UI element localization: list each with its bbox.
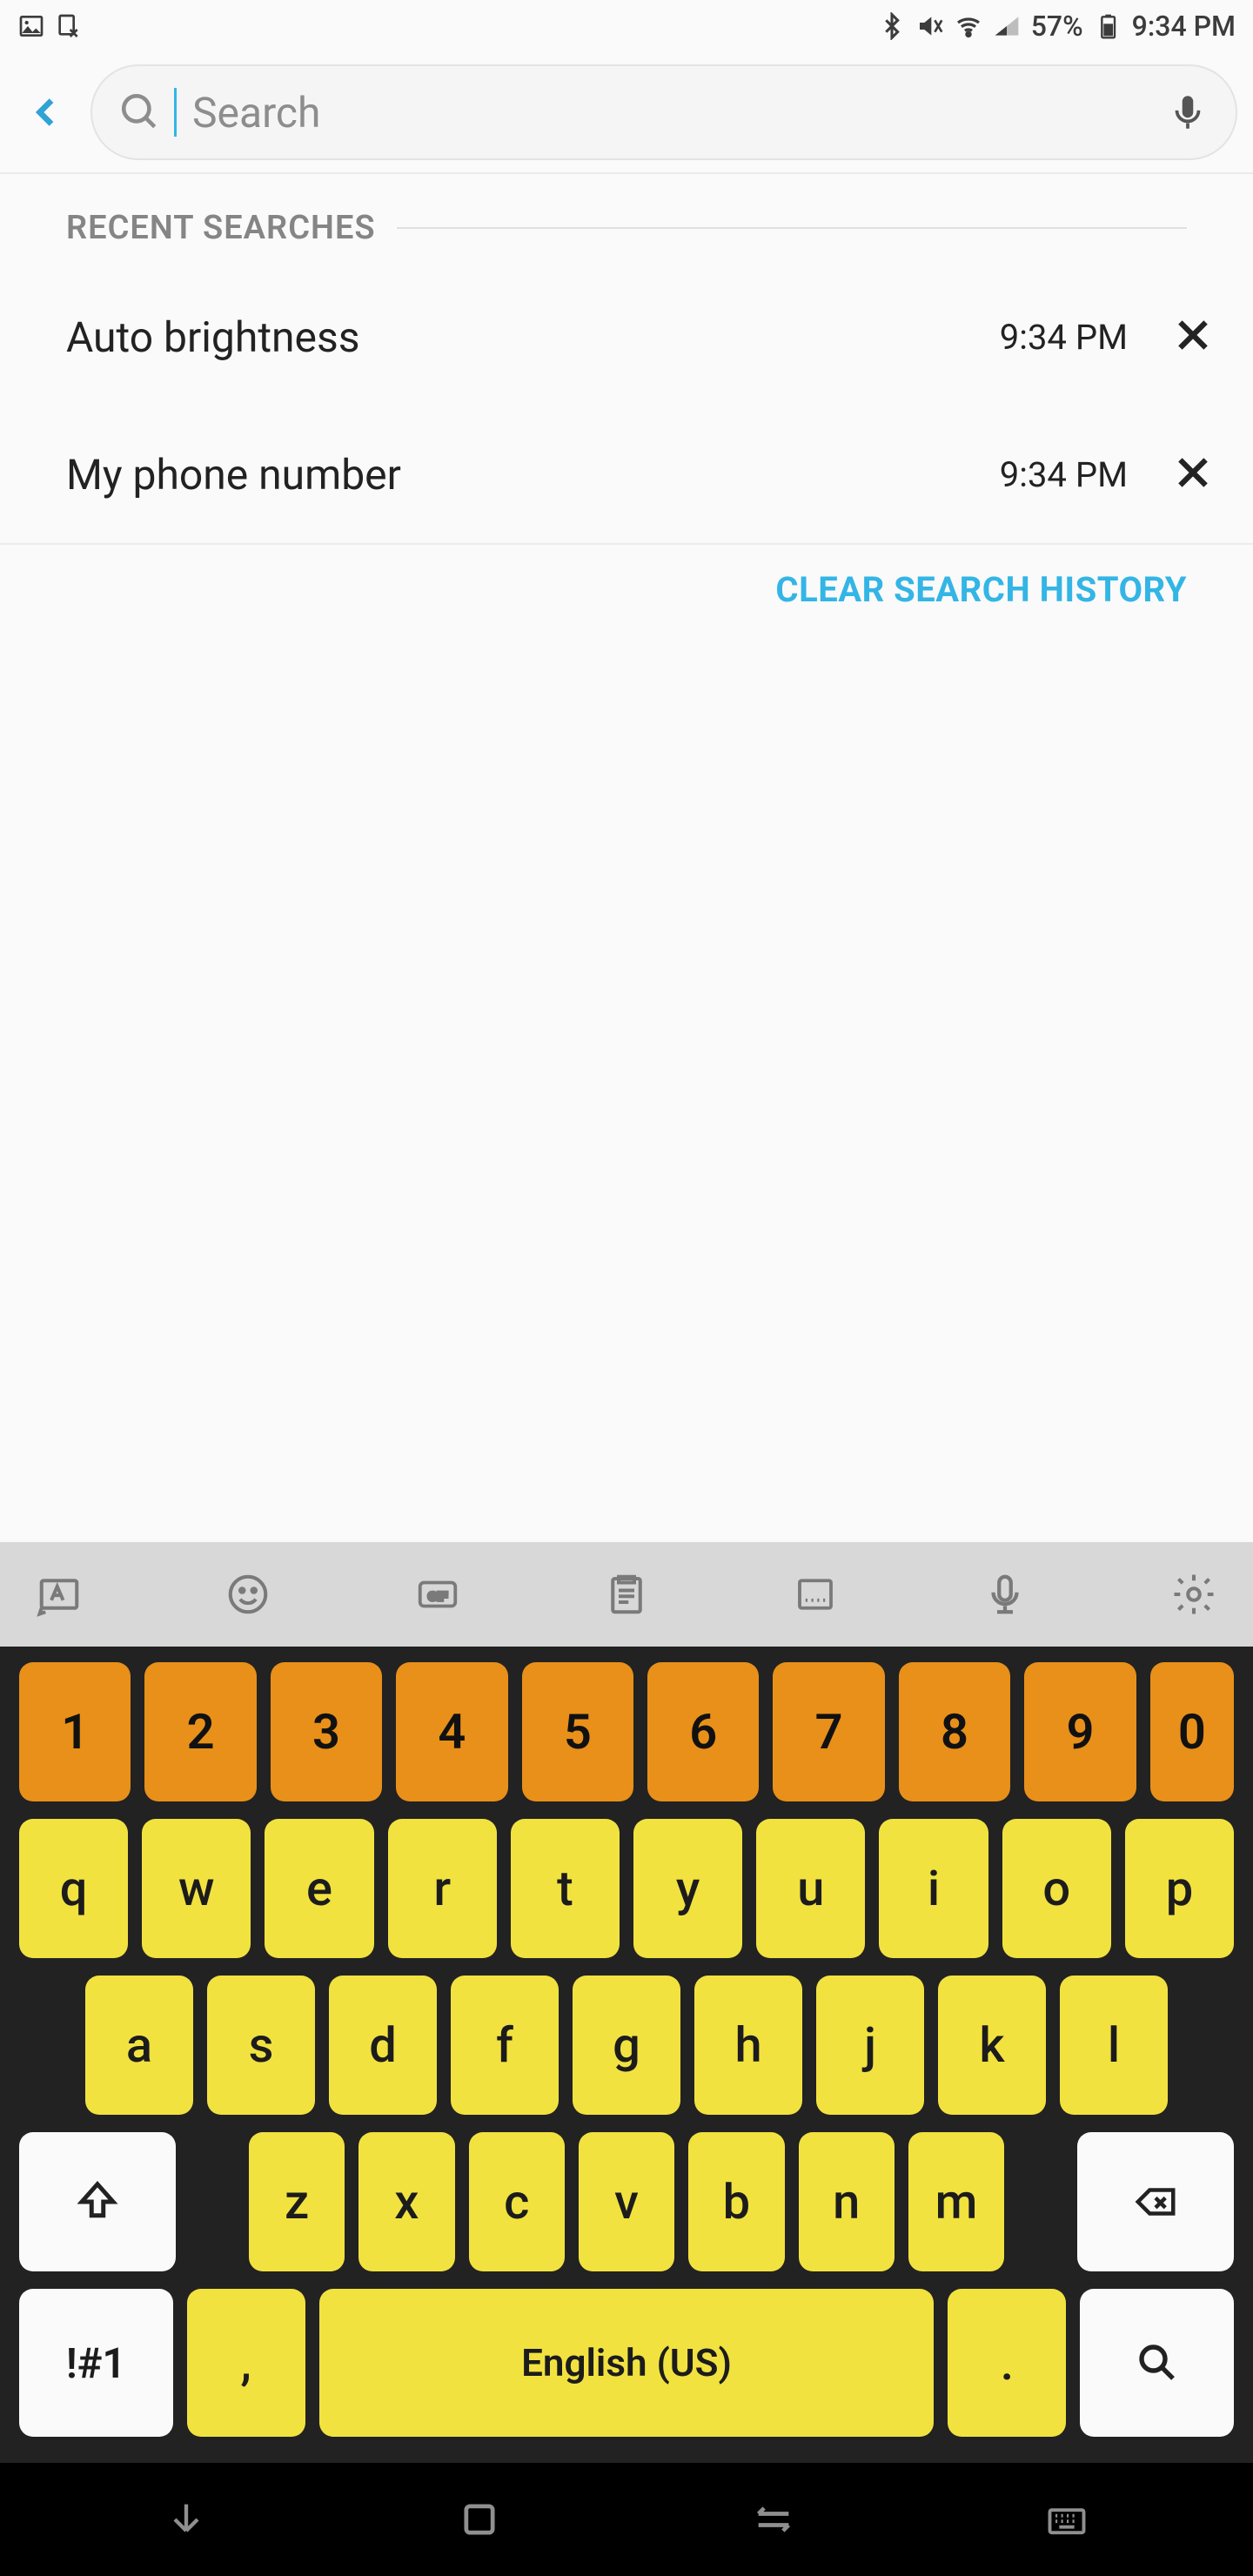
key-l[interactable]: l <box>1060 1976 1168 2115</box>
key-6[interactable]: 6 <box>647 1662 759 1801</box>
text-correct-icon[interactable] <box>24 1571 94 1618</box>
key-9[interactable]: 9 <box>1024 1662 1136 1801</box>
battery-icon <box>1094 12 1122 40</box>
recent-search-list: Auto brightness 9:34 PM My phone number 9:3… <box>0 247 1253 543</box>
key-p[interactable]: p <box>1125 1819 1234 1958</box>
nav-recents-button[interactable] <box>436 2497 523 2542</box>
doc-x-icon <box>54 12 82 40</box>
recent-searches-label: RECENT SEARCHES <box>66 209 376 247</box>
key-g[interactable]: g <box>573 1976 680 2115</box>
key-t[interactable]: t <box>511 1819 620 1958</box>
key-c[interactable]: c <box>469 2132 565 2271</box>
key-z[interactable]: z <box>249 2132 345 2271</box>
key-j[interactable]: j <box>816 1976 924 2115</box>
voice-input-icon[interactable] <box>970 1571 1040 1618</box>
shift-key[interactable] <box>19 2132 176 2271</box>
search-header: Search <box>0 52 1253 174</box>
wifi-icon <box>955 12 982 40</box>
keyboard-settings-icon[interactable] <box>1159 1571 1229 1618</box>
emoji-icon[interactable] <box>213 1571 283 1618</box>
key-v[interactable]: v <box>579 2132 674 2271</box>
key-7[interactable]: 7 <box>773 1662 884 1801</box>
key-n[interactable]: n <box>799 2132 895 2271</box>
back-button[interactable] <box>3 73 90 151</box>
recent-query-text: Auto brightness <box>66 312 982 362</box>
key-w[interactable]: w <box>142 1819 251 1958</box>
key-f[interactable]: f <box>451 1976 559 2115</box>
key-r[interactable]: r <box>388 1819 497 1958</box>
recent-search-item[interactable]: My phone number 9:34 PM <box>0 406 1253 543</box>
search-content: RECENT SEARCHES Auto brightness9:34 PMMy… <box>0 174 1253 1542</box>
recent-time-text: 9:34 PM <box>1000 454 1128 495</box>
nav-hide-keyboard-button[interactable] <box>143 2497 230 2542</box>
key-0[interactable]: 0 <box>1150 1662 1234 1801</box>
key-o[interactable]: o <box>1002 1819 1111 1958</box>
delete-recent-button[interactable] <box>1171 451 1215 498</box>
key-u[interactable]: u <box>756 1819 865 1958</box>
key-1[interactable]: 1 <box>19 1662 131 1801</box>
battery-percent-text: 57% <box>1031 10 1083 43</box>
key-k[interactable]: k <box>938 1976 1046 2115</box>
nav-home-button[interactable] <box>730 2497 817 2542</box>
clear-search-history-button[interactable]: CLEAR SEARCH HISTORY <box>0 543 1253 610</box>
search-placeholder: Search <box>192 88 1154 138</box>
mute-icon <box>916 12 944 40</box>
key-h[interactable]: h <box>694 1976 802 2115</box>
key-3[interactable]: 3 <box>271 1662 382 1801</box>
key-y[interactable]: y <box>633 1819 742 1958</box>
system-nav-bar <box>0 2463 1253 2576</box>
status-bar: 57% 9:34 PM <box>0 0 1253 52</box>
text-cursor <box>174 88 177 137</box>
key-m[interactable]: m <box>908 2132 1004 2271</box>
keyboard-mode-icon[interactable] <box>781 1571 850 1618</box>
svg-text:GIF: GIF <box>427 1590 447 1603</box>
key-s[interactable]: s <box>207 1976 315 2115</box>
period-key[interactable]: . <box>948 2289 1066 2437</box>
signal-icon <box>993 12 1021 40</box>
search-action-key[interactable] <box>1080 2289 1234 2437</box>
recent-time-text: 9:34 PM <box>1000 317 1128 358</box>
key-a[interactable]: a <box>85 1976 193 2115</box>
voice-search-button[interactable] <box>1166 91 1209 134</box>
backspace-key[interactable] <box>1077 2132 1234 2271</box>
space-key[interactable]: English (US) <box>319 2289 935 2437</box>
symbols-key[interactable]: !#1 <box>19 2289 173 2437</box>
bluetooth-icon <box>878 12 906 40</box>
picture-icon <box>17 12 45 40</box>
nav-keyboard-switch-button[interactable] <box>1023 2497 1110 2542</box>
clipboard-icon[interactable] <box>592 1571 661 1618</box>
key-5[interactable]: 5 <box>522 1662 633 1801</box>
status-clock: 9:34 PM <box>1132 10 1236 43</box>
key-4[interactable]: 4 <box>396 1662 507 1801</box>
key-x[interactable]: x <box>358 2132 454 2271</box>
delete-recent-button[interactable] <box>1171 313 1215 360</box>
key-e[interactable]: e <box>265 1819 373 1958</box>
key-8[interactable]: 8 <box>899 1662 1010 1801</box>
recent-searches-header: RECENT SEARCHES <box>0 209 1253 247</box>
key-d[interactable]: d <box>329 1976 437 2115</box>
gif-icon[interactable]: GIF <box>403 1571 472 1618</box>
key-b[interactable]: b <box>688 2132 784 2271</box>
on-screen-keyboard: 1234567890 qwertyuiop asdfghjkl zxcvbnm … <box>0 1647 1253 2463</box>
key-q[interactable]: q <box>19 1819 128 1958</box>
key-2[interactable]: 2 <box>144 1662 256 1801</box>
recent-search-item[interactable]: Auto brightness 9:34 PM <box>0 268 1253 406</box>
key-i[interactable]: i <box>879 1819 988 1958</box>
search-icon <box>118 91 162 134</box>
comma-key[interactable]: , <box>187 2289 305 2437</box>
keyboard-toolbar: GIF <box>0 1542 1253 1647</box>
search-input[interactable]: Search <box>90 64 1237 160</box>
recent-query-text: My phone number <box>66 450 982 500</box>
